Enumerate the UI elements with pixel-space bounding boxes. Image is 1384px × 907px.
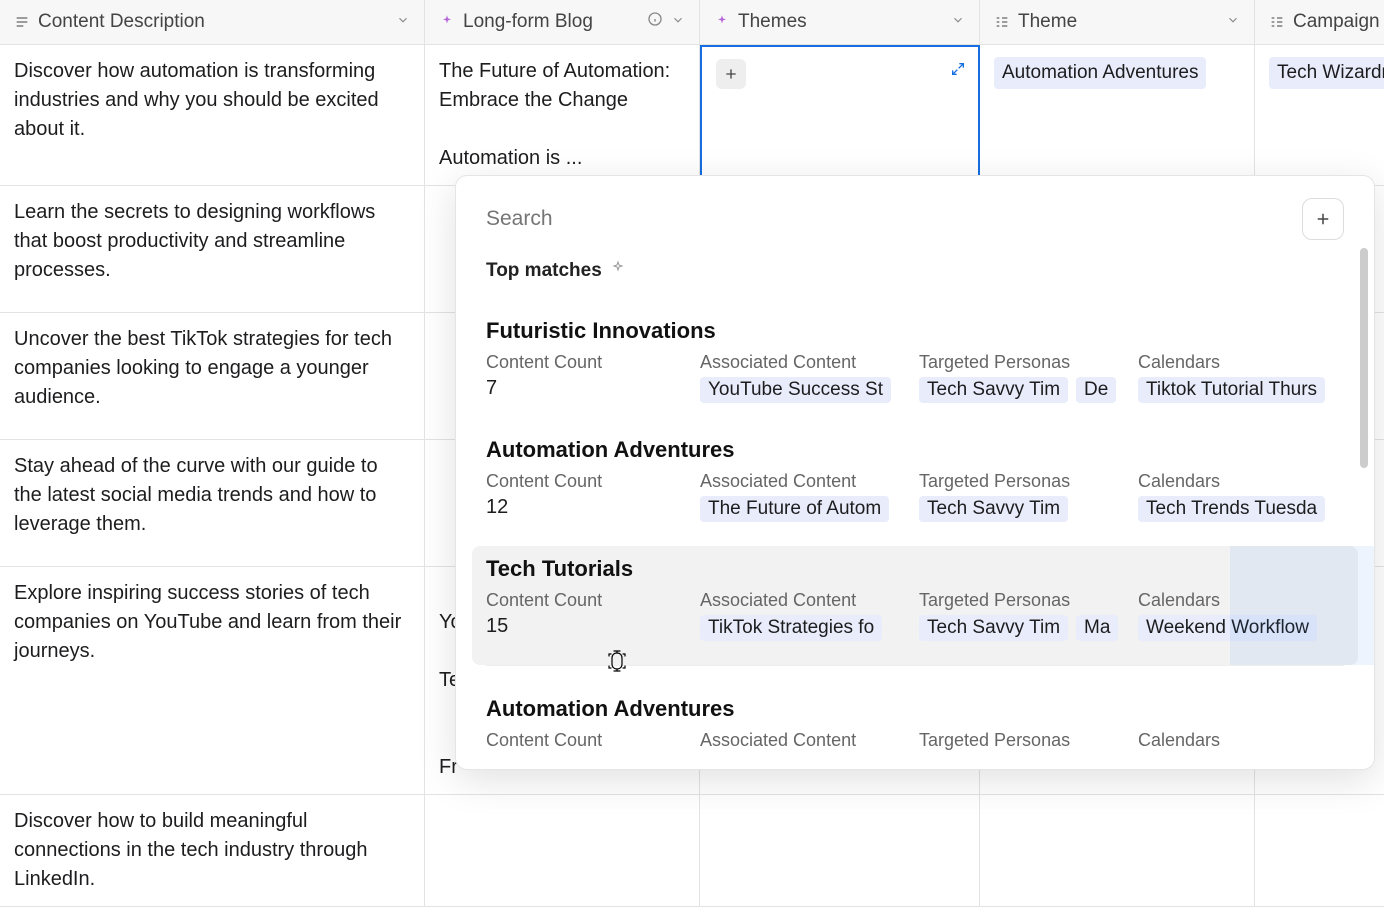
match-field-label: Targeted Personas — [919, 730, 1124, 751]
cell-description[interactable]: Uncover the best TikTok strategies for t… — [0, 313, 425, 440]
text-icon — [14, 14, 30, 30]
sparkle-icon — [610, 260, 626, 282]
divider — [486, 665, 1344, 666]
cell-themes[interactable] — [700, 795, 980, 907]
match-item[interactable]: Automation Adventures Content Count Asso… — [486, 686, 1344, 769]
match-field-label: Targeted Personas — [919, 352, 1124, 373]
ai-sparkle-icon — [439, 14, 455, 30]
cell-description[interactable]: Stay ahead of the curve with our guide t… — [0, 440, 425, 567]
match-field-label: Associated Content — [700, 471, 905, 492]
match-field-label: Content Count — [486, 730, 686, 751]
top-matches-header: Top matches — [486, 260, 1344, 282]
match-field-label: Content Count — [486, 590, 686, 611]
match-field-label: Targeted Personas — [919, 471, 1124, 492]
match-title: Automation Adventures — [486, 696, 1344, 722]
add-new-button[interactable] — [1302, 198, 1344, 240]
cell-text: Discover how to build meaningful connect… — [14, 810, 368, 890]
column-label: Theme — [1018, 11, 1218, 33]
persona-tag: Tech Savvy Tim — [919, 615, 1068, 641]
chevron-down-icon[interactable] — [1226, 11, 1240, 33]
cell-text: Stay ahead of the curve with our guide t… — [14, 455, 378, 535]
match-title: Automation Adventures — [486, 437, 1344, 463]
persona-tag: De — [1076, 377, 1116, 403]
list-icon — [994, 14, 1010, 30]
cell-text: Discover how automation is transforming … — [14, 60, 379, 140]
cell-blog[interactable]: The Future of Automation: Embrace the Ch… — [425, 45, 700, 186]
search-input[interactable] — [486, 207, 1302, 231]
match-field-label: Targeted Personas — [919, 590, 1124, 611]
cell-themes-selected[interactable] — [700, 45, 980, 186]
column-header-theme[interactable]: Theme — [980, 0, 1255, 45]
cell-text: Learn the secrets to designing workflows… — [14, 201, 375, 281]
match-field-label: Associated Content — [700, 352, 905, 373]
cell-theme[interactable]: Automation Adventures — [980, 45, 1255, 186]
match-field-label: Associated Content — [700, 590, 905, 611]
match-count: 7 — [486, 377, 686, 400]
persona-tag: Tech Savvy Tim — [919, 377, 1068, 403]
chevron-down-icon[interactable] — [951, 11, 965, 33]
theme-tag: Automation Adventures — [994, 57, 1206, 89]
column-header-long-form-blog[interactable]: Long-form Blog — [425, 0, 700, 45]
add-chip-button[interactable] — [716, 59, 746, 89]
list-icon — [1269, 14, 1285, 30]
match-item-hovered[interactable]: Tech Tutorials Content Count 15 Associat… — [472, 546, 1358, 665]
column-header-campaign[interactable]: Campaign — [1255, 0, 1384, 45]
cell-theme[interactable] — [980, 795, 1255, 907]
match-item[interactable]: Automation Adventures Content Count 12 A… — [486, 427, 1344, 546]
cell-text: Explore inspiring success stories of tec… — [14, 582, 401, 662]
match-field-label: Associated Content — [700, 730, 905, 751]
cell-description[interactable]: Explore inspiring success stories of tec… — [0, 567, 425, 795]
persona-tag: Ma — [1076, 615, 1118, 641]
calendar-tag: Tech Trends Tuesda — [1138, 496, 1325, 522]
match-field-label: Content Count — [486, 352, 686, 373]
match-field-label: Calendars — [1138, 730, 1344, 751]
chevron-down-icon[interactable] — [671, 11, 685, 33]
match-field-label: Calendars — [1138, 590, 1344, 611]
assoc-tag: TikTok Strategies fo — [700, 615, 882, 641]
cell-description[interactable]: Discover how automation is transforming … — [0, 45, 425, 186]
calendar-tag: Weekend Workflow — [1138, 615, 1317, 641]
cell-campaign[interactable]: Tech Wizardr — [1255, 45, 1384, 186]
match-count: 15 — [486, 615, 686, 638]
persona-tag: Tech Savvy Tim — [919, 496, 1068, 522]
column-label: Long-form Blog — [463, 11, 639, 33]
cell-blog[interactable] — [425, 795, 700, 907]
column-label: Themes — [738, 11, 943, 33]
match-field-label: Calendars — [1138, 471, 1344, 492]
column-header-themes[interactable]: Themes — [700, 0, 980, 45]
chevron-down-icon[interactable] — [396, 11, 410, 33]
calendar-tag: Tiktok Tutorial Thurs — [1138, 377, 1325, 403]
cell-text: The Future of Automation: Embrace the Ch… — [439, 60, 670, 169]
info-icon[interactable] — [647, 11, 663, 33]
match-title: Tech Tutorials — [486, 556, 1344, 582]
cell-campaign[interactable] — [1255, 795, 1384, 907]
campaign-tag: Tech Wizardr — [1269, 57, 1384, 89]
top-matches-label: Top matches — [486, 260, 602, 282]
match-title: Futuristic Innovations — [486, 318, 1344, 344]
search-row — [486, 198, 1344, 240]
match-field-label: Content Count — [486, 471, 686, 492]
column-label: Content Description — [38, 11, 388, 33]
match-field-label: Calendars — [1138, 352, 1344, 373]
assoc-tag: YouTube Success St — [700, 377, 891, 403]
themes-picker-popover: Top matches Futuristic Innovations Conte… — [455, 175, 1375, 770]
cell-description[interactable]: Learn the secrets to designing workflows… — [0, 186, 425, 313]
column-label: Campaign — [1293, 11, 1384, 33]
ai-sparkle-icon — [714, 14, 730, 30]
expand-icon[interactable] — [950, 61, 966, 84]
match-item[interactable]: Futuristic Innovations Content Count 7 A… — [486, 308, 1344, 427]
cell-description[interactable]: Discover how to build meaningful connect… — [0, 795, 425, 907]
match-count: 12 — [486, 496, 686, 519]
scrollbar[interactable] — [1360, 248, 1368, 468]
column-header-content-description[interactable]: Content Description — [0, 0, 425, 45]
assoc-tag: The Future of Autom — [700, 496, 889, 522]
cell-text: Uncover the best TikTok strategies for t… — [14, 328, 392, 408]
